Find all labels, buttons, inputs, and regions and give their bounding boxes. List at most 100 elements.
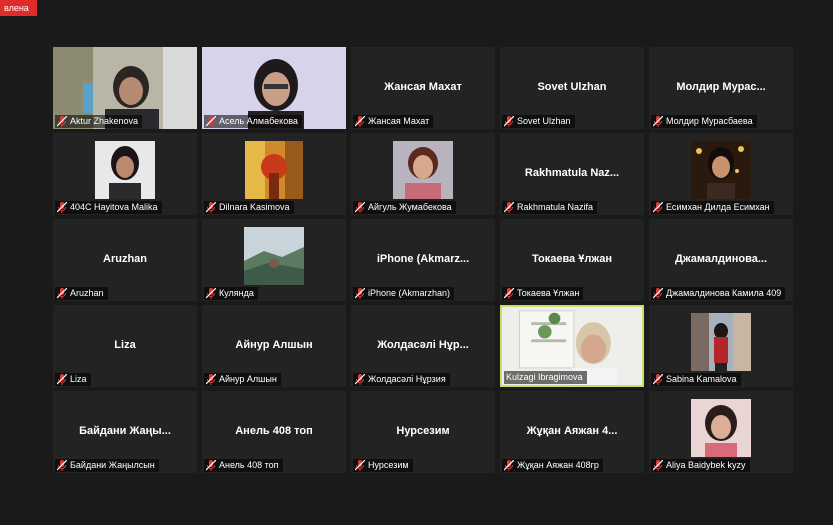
participant-tile[interactable]: Айнур Алшын Айнур Алшын — [202, 305, 346, 387]
participant-tile[interactable]: Айгуль Жумабекова — [351, 133, 495, 215]
participant-name-label: Анель 408 топ — [204, 459, 283, 472]
participant-name: Айгуль Жумабекова — [368, 202, 452, 212]
recording-badge: влена — [0, 0, 37, 16]
mic-muted-icon — [57, 116, 67, 127]
participant-tile[interactable]: Dilnara Kasimova — [202, 133, 346, 215]
participant-tile[interactable]: Молдир Мурас... Молдир Мурасбаева — [649, 47, 793, 129]
mic-muted-icon — [355, 374, 365, 385]
mic-muted-icon — [504, 288, 514, 299]
participant-center-name: Жансая Махат — [384, 80, 462, 93]
participant-center-name: Aruzhan — [103, 252, 147, 265]
participant-tile[interactable]: 404C Hayitova Malika — [53, 133, 197, 215]
mic-muted-icon — [57, 288, 67, 299]
participant-tile[interactable]: Асель Алмабекова — [202, 47, 346, 129]
participant-name: Sovet Ulzhan — [517, 116, 571, 126]
mic-muted-icon — [355, 202, 365, 213]
participant-name-label: Liza — [55, 373, 91, 386]
participant-name: Айнур Алшын — [219, 374, 277, 384]
participant-name-label: Жансая Махат — [353, 115, 434, 128]
participant-tile[interactable]: Джамалдинова... Джамалдинова Камила 409 — [649, 219, 793, 301]
gallery-grid: Aktur Zhakenova Асель Алмабекова Жансая … — [53, 47, 793, 473]
participant-tile[interactable]: Байдани Жаңы... Байдани Жаңылсын — [53, 391, 197, 473]
mic-muted-icon — [57, 202, 67, 213]
participant-name-label: Aktur Zhakenova — [55, 115, 143, 128]
mic-muted-icon — [653, 288, 663, 299]
participant-center-name: Liza — [114, 338, 136, 351]
participant-tile[interactable]: Sovet Ulzhan Sovet Ulzhan — [500, 47, 644, 129]
participant-name: Kulzagi Ibragimova — [506, 372, 583, 382]
mic-muted-icon — [504, 116, 514, 127]
participant-name: Aruzhan — [70, 288, 104, 298]
mic-muted-icon — [653, 202, 663, 213]
participant-name: 404C Hayitova Malika — [70, 202, 158, 212]
participant-name: Джамалдинова Камила 409 — [666, 288, 782, 298]
mic-muted-icon — [206, 374, 216, 385]
participant-name-label: Есимхан Дилда Есимхан — [651, 201, 774, 214]
participant-name: Анель 408 топ — [219, 460, 279, 470]
participant-tile[interactable]: Sabina Kamalova — [649, 305, 793, 387]
participant-name-label: Байдани Жаңылсын — [55, 459, 159, 472]
participant-center-name: Анель 408 топ — [235, 424, 313, 437]
mic-muted-icon — [57, 460, 67, 471]
participant-tile[interactable]: Aktur Zhakenova — [53, 47, 197, 129]
participant-name-label: Dilnara Kasimova — [204, 201, 294, 214]
mic-muted-icon — [504, 202, 514, 213]
participant-name-label: Sovet Ulzhan — [502, 115, 575, 128]
participant-tile[interactable]: Aruzhan Aruzhan — [53, 219, 197, 301]
participant-name: Жұқан Аяжан 408гр — [517, 460, 599, 470]
participant-tile[interactable]: iPhone (Akmarz... iPhone (Akmarzhan) — [351, 219, 495, 301]
participant-center-name: Жолдасәлі Нұр... — [377, 338, 469, 351]
participant-center-name: Айнур Алшын — [235, 338, 313, 351]
profile-picture — [245, 141, 303, 199]
profile-picture — [691, 141, 751, 199]
participant-tile[interactable]: Aliya Baidybek kyzy — [649, 391, 793, 473]
participant-center-name: Джамалдинова... — [675, 252, 767, 265]
participant-tile[interactable]: Жансая Махат Жансая Махат — [351, 47, 495, 129]
profile-picture — [691, 313, 751, 371]
participant-name: Есимхан Дилда Есимхан — [666, 202, 770, 212]
participant-tile[interactable]: Rakhmatula Naz... Rakhmatula Nazifa — [500, 133, 644, 215]
participant-tile[interactable]: Жолдасәлі Нұр... Жолдасәлі Нұрзия — [351, 305, 495, 387]
participant-tile[interactable]: Анель 408 топ Анель 408 топ — [202, 391, 346, 473]
participant-name-label: Sabina Kamalova — [651, 373, 741, 386]
participant-tile[interactable]: Жұқан Аяжан 4... Жұқан Аяжан 408гр — [500, 391, 644, 473]
mic-muted-icon — [206, 116, 216, 127]
participant-name-label: Жұқан Аяжан 408гр — [502, 459, 603, 472]
participant-name: Нурсезим — [368, 460, 409, 470]
participant-name: Rakhmatula Nazifa — [517, 202, 594, 212]
participant-name-label: Kulzagi Ibragimova — [504, 371, 587, 384]
participant-name-label: Айгуль Жумабекова — [353, 201, 456, 214]
participant-name: Байдани Жаңылсын — [70, 460, 155, 470]
mic-muted-icon — [504, 460, 514, 471]
active-speaker-tile[interactable]: Kulzagi Ibragimova — [500, 305, 644, 387]
participant-name: Токаева Ұлжан — [517, 288, 580, 298]
mic-muted-icon — [206, 460, 216, 471]
participant-name: Асель Алмабекова — [219, 116, 298, 126]
mic-muted-icon — [653, 374, 663, 385]
participant-name-label: 404C Hayitova Malika — [55, 201, 162, 214]
participant-name-label: iPhone (Akmarzhan) — [353, 287, 455, 300]
participant-name-label: Нурсезим — [353, 459, 413, 472]
participant-tile[interactable]: Liza Liza — [53, 305, 197, 387]
participant-center-name: Sovet Ulzhan — [537, 80, 607, 93]
mic-muted-icon — [653, 116, 663, 127]
participant-name-label: Асель Алмабекова — [204, 115, 302, 128]
participant-name: iPhone (Akmarzhan) — [368, 288, 451, 298]
mic-muted-icon — [355, 288, 365, 299]
profile-picture — [95, 141, 155, 199]
participant-name-label: Джамалдинова Камила 409 — [651, 287, 786, 300]
participant-name: Молдир Мурасбаева — [666, 116, 753, 126]
participant-center-name: Токаева Ұлжан — [531, 252, 613, 265]
participant-name-label: Токаева Ұлжан — [502, 287, 584, 300]
participant-tile[interactable]: Есимхан Дилда Есимхан — [649, 133, 793, 215]
participant-tile[interactable]: Токаева Ұлжан Токаева Ұлжан — [500, 219, 644, 301]
participant-name: Кулянда — [219, 288, 254, 298]
participant-tile[interactable]: Нурсезим Нурсезим — [351, 391, 495, 473]
mic-muted-icon — [206, 288, 216, 299]
participant-tile[interactable]: Кулянда — [202, 219, 346, 301]
mic-muted-icon — [355, 116, 365, 127]
mic-muted-icon — [653, 460, 663, 471]
participant-name: Dilnara Kasimova — [219, 202, 290, 212]
participant-name-label: Aliya Baidybek kyzy — [651, 459, 750, 472]
profile-picture — [691, 399, 751, 457]
